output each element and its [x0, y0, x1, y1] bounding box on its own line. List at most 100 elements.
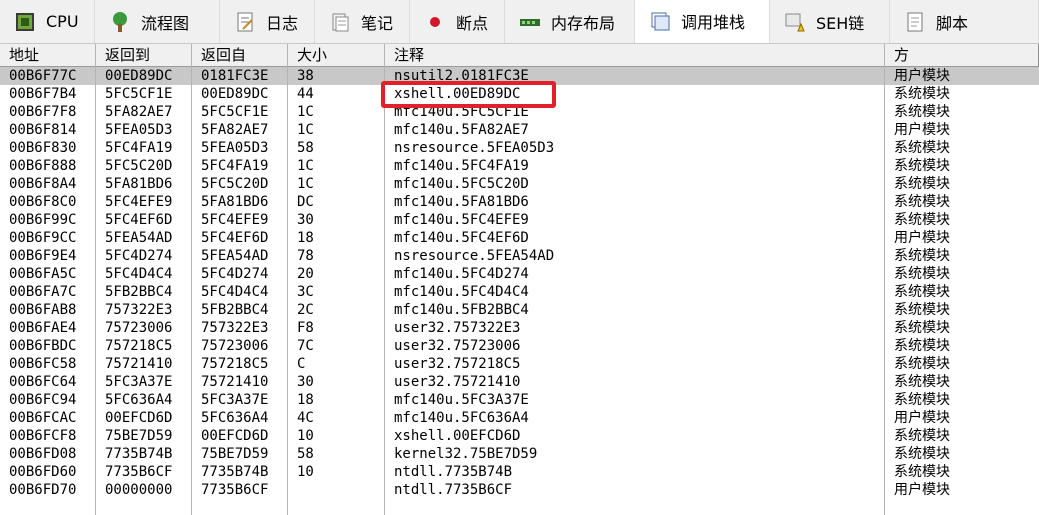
- cell-return-from: 5FEA05D3: [201, 140, 269, 156]
- header-return-from[interactable]: 返回自: [192, 44, 288, 66]
- memory-map-icon: [519, 11, 541, 33]
- cell-address: 00B6F9E4: [9, 248, 77, 264]
- callstack-icon: [649, 10, 671, 32]
- cell-address: 00B6F77C: [9, 68, 77, 84]
- header-party[interactable]: 方: [885, 44, 1039, 66]
- cell-comment: mfc140u.5FA82AE7: [394, 122, 529, 138]
- cell-return-from: 5FC3A37E: [201, 392, 269, 408]
- cell-return-to: 7735B6CF: [105, 464, 173, 480]
- notes-icon: [329, 11, 351, 33]
- column-divider: [884, 44, 885, 515]
- cell-return-to: 75BE7D59: [105, 428, 173, 444]
- cell-return-from: 5FC5CF1E: [201, 104, 269, 120]
- cell-comment: nsresource.5FEA54AD: [394, 248, 555, 264]
- cell-size: 10: [297, 428, 314, 444]
- cell-size: 58: [297, 446, 314, 462]
- cell-return-to: 5FEA05D3: [105, 122, 173, 138]
- breakpoint-icon: [424, 11, 446, 33]
- highlight-box: [381, 81, 556, 108]
- cell-party: 系统模块: [894, 194, 950, 210]
- cell-size: 30: [297, 374, 314, 390]
- cell-party: 系统模块: [894, 104, 950, 120]
- cell-size: 1C: [297, 122, 314, 138]
- cell-party: 系统模块: [894, 140, 950, 156]
- cell-comment: kernel32.75BE7D59: [394, 446, 538, 462]
- cell-return-to: 5FC4EFE9: [105, 194, 173, 210]
- cell-return-from: 757218C5: [201, 356, 269, 372]
- cell-size: 7C: [297, 338, 314, 354]
- cell-return-from: 7735B6CF: [201, 482, 269, 498]
- cell-address: 00B6F888: [9, 158, 77, 174]
- cell-address: 00B6F7F8: [9, 104, 77, 120]
- cell-size: 58: [297, 140, 314, 156]
- cell-size: C: [297, 356, 306, 372]
- header-return-to[interactable]: 返回到: [96, 44, 192, 66]
- cell-return-to: 5FB2BBC4: [105, 284, 173, 300]
- cell-party: 系统模块: [894, 446, 950, 462]
- cell-return-to: 5FEA54AD: [105, 230, 173, 246]
- cell-party: 系统模块: [894, 212, 950, 228]
- column-divider: [95, 44, 96, 515]
- tab-script[interactable]: 脚本: [890, 0, 1039, 43]
- cell-size: 10: [297, 464, 314, 480]
- tab-label: 内存布局: [551, 13, 616, 33]
- tab-label: 调用堆栈: [681, 13, 746, 32]
- cell-size: 1C: [297, 158, 314, 174]
- column-divider: [191, 44, 192, 515]
- cell-size: DC: [297, 194, 314, 210]
- tab-memory-map[interactable]: 内存布局: [505, 0, 635, 43]
- header-address[interactable]: 地址: [0, 44, 96, 66]
- cell-size: 3C: [297, 284, 314, 300]
- cell-address: 00B6FD70: [9, 482, 77, 498]
- cell-party: 系统模块: [894, 428, 950, 444]
- header-size[interactable]: 大小: [288, 44, 385, 66]
- cell-comment: user32.75723006: [394, 338, 521, 354]
- cell-return-to: 5FC5CF1E: [105, 86, 173, 102]
- cell-address: 00B6F9CC: [9, 230, 77, 246]
- cell-party: 用户模块: [894, 230, 950, 246]
- cell-size: 18: [297, 230, 314, 246]
- cell-size: 4C: [297, 410, 314, 426]
- log-icon: [234, 11, 256, 33]
- tab-seh[interactable]: SEH链: [770, 0, 890, 43]
- cell-return-to: 5FA82AE7: [105, 104, 173, 120]
- cell-return-from: 5FB2BBC4: [201, 302, 269, 318]
- cell-return-to: 5FC4FA19: [105, 140, 173, 156]
- cell-return-from: 5FA82AE7: [201, 122, 269, 138]
- cell-address: 00B6F814: [9, 122, 77, 138]
- cell-return-to: 5FC3A37E: [105, 374, 173, 390]
- tab-cpu[interactable]: CPU: [0, 0, 95, 43]
- tab-notes[interactable]: 笔记: [315, 0, 410, 43]
- tab-label: 脚本: [936, 13, 969, 33]
- cell-return-from: 75BE7D59: [201, 446, 269, 462]
- tab-log[interactable]: 日志: [220, 0, 315, 43]
- tab-label: 流程图: [141, 13, 190, 33]
- tab-tree[interactable]: 流程图: [95, 0, 220, 43]
- cell-comment: mfc140u.5FB2BBC4: [394, 302, 529, 318]
- cell-return-from: 5FC5C20D: [201, 176, 269, 192]
- tab-callstack[interactable]: 调用堆栈: [635, 0, 770, 43]
- cell-address: 00B6F7B4: [9, 86, 77, 102]
- cell-size: 18: [297, 392, 314, 408]
- cell-size: 38: [297, 68, 314, 84]
- cell-comment: mfc140u.5FC3A37E: [394, 392, 529, 408]
- cell-party: 系统模块: [894, 158, 950, 174]
- cell-party: 系统模块: [894, 302, 950, 318]
- cell-comment: xshell.00EFCD6D: [394, 428, 521, 444]
- cell-party: 系统模块: [894, 464, 950, 480]
- seh-icon: [784, 11, 806, 33]
- cell-address: 00B6FA5C: [9, 266, 77, 282]
- cell-party: 用户模块: [894, 410, 950, 426]
- header-comment[interactable]: 注释: [385, 44, 885, 66]
- cell-return-from: 5FC4EF6D: [201, 230, 269, 246]
- cell-return-to: 5FC4D274: [105, 248, 173, 264]
- tab-breakpoint[interactable]: 断点: [410, 0, 505, 43]
- tab-label: 日志: [266, 13, 299, 33]
- cell-party: 系统模块: [894, 248, 950, 264]
- cell-return-from: 75721410: [201, 374, 269, 390]
- cell-return-to: 757218C5: [105, 338, 173, 354]
- cell-party: 系统模块: [894, 338, 950, 354]
- cell-address: 00B6FCF8: [9, 428, 77, 444]
- cell-address: 00B6FBDC: [9, 338, 77, 354]
- cell-return-from: 00EFCD6D: [201, 428, 269, 444]
